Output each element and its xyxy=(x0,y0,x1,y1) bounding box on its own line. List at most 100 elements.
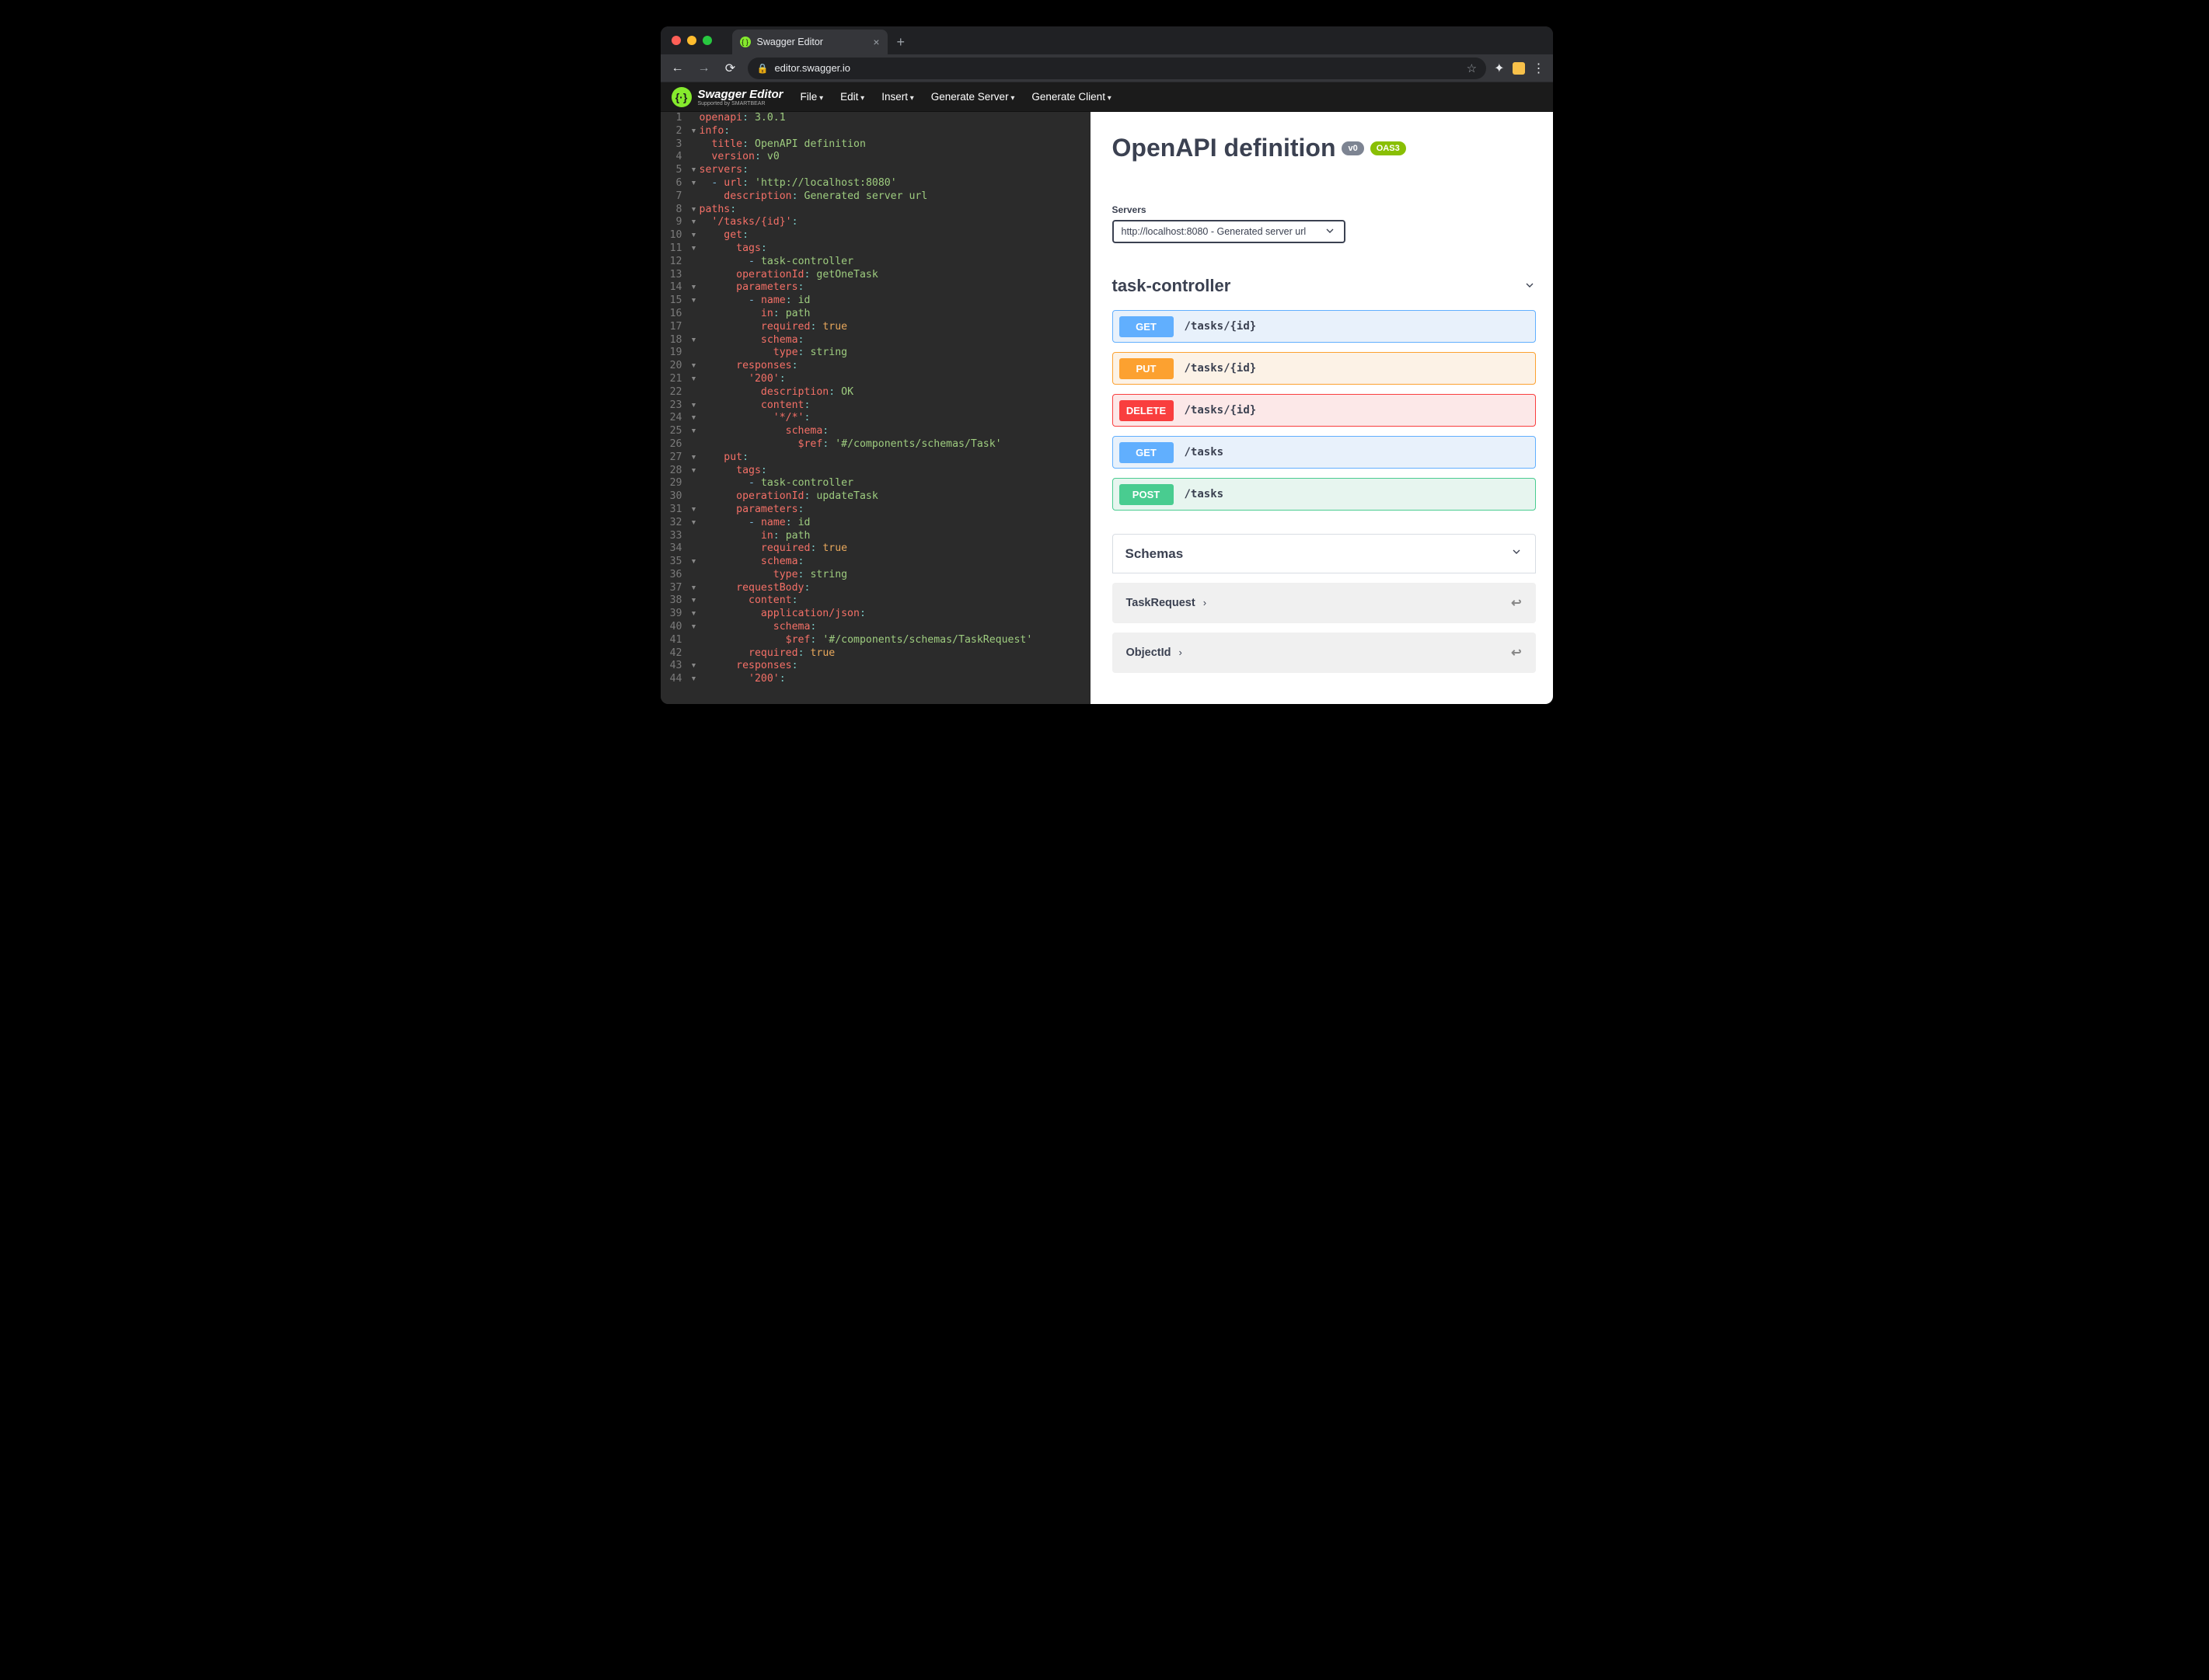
operation-path: /tasks/{id} xyxy=(1185,320,1257,333)
code-line[interactable]: 31▾ parameters: xyxy=(661,504,1091,517)
code-content: ▾ responses: xyxy=(690,660,798,673)
http-verb-badge: GET xyxy=(1119,442,1174,463)
code-line[interactable]: 4 version: v0 xyxy=(661,151,1091,164)
close-window-icon[interactable] xyxy=(672,36,681,45)
line-number: 42 xyxy=(661,647,690,660)
servers-select[interactable]: http://localhost:8080 - Generated server… xyxy=(1112,220,1345,243)
line-number: 8 xyxy=(661,204,690,217)
code-line[interactable]: 16 in: path xyxy=(661,308,1091,321)
menu-generate-client[interactable]: Generate Client xyxy=(1031,91,1111,103)
code-line[interactable]: 10▾ get: xyxy=(661,229,1091,242)
schema-name: TaskRequest› xyxy=(1126,597,1207,609)
code-content: ▾ tags: xyxy=(690,465,767,478)
operation-path: /tasks xyxy=(1185,446,1224,458)
http-verb-badge: DELETE xyxy=(1119,400,1174,421)
code-line[interactable]: 23▾ content: xyxy=(661,399,1091,413)
brand-name: Swagger Editor xyxy=(698,88,783,101)
tab-strip: { } Swagger Editor × + xyxy=(661,26,1553,54)
new-tab-button[interactable]: + xyxy=(888,30,915,54)
code-line[interactable]: 28▾ tags: xyxy=(661,465,1091,478)
code-line[interactable]: 9▾ '/tasks/{id}': xyxy=(661,216,1091,229)
code-line[interactable]: 2▾info: xyxy=(661,125,1091,138)
code-line[interactable]: 37▾ requestBody: xyxy=(661,582,1091,595)
forward-button[interactable]: → xyxy=(695,61,714,75)
chevron-right-icon: › xyxy=(1203,597,1206,608)
omnibox[interactable]: 🔒 editor.swagger.io ☆ xyxy=(748,58,1487,79)
code-line[interactable]: 15▾ - name: id xyxy=(661,295,1091,308)
code-line[interactable]: 26 $ref: '#/components/schemas/Task' xyxy=(661,438,1091,451)
reload-button[interactable]: ⟳ xyxy=(721,61,740,76)
menu-file[interactable]: File xyxy=(801,91,824,103)
code-line[interactable]: 6▾ - url: 'http://localhost:8080' xyxy=(661,177,1091,190)
operation-put-tasks--id-[interactable]: PUT/tasks/{id} xyxy=(1112,352,1536,385)
code-line[interactable]: 34 required: true xyxy=(661,542,1091,556)
line-number: 7 xyxy=(661,190,690,204)
browser-menu-icon[interactable]: ⋮ xyxy=(1533,61,1545,76)
code-line[interactable]: 29 - task-controller xyxy=(661,477,1091,490)
line-number: 38 xyxy=(661,594,690,608)
code-line[interactable]: 24▾ '*/*': xyxy=(661,412,1091,425)
code-line[interactable]: 27▾ put: xyxy=(661,451,1091,465)
minimize-window-icon[interactable] xyxy=(687,36,696,45)
back-button[interactable]: ← xyxy=(668,61,687,75)
code-line[interactable]: 35▾ schema: xyxy=(661,556,1091,569)
yaml-editor[interactable]: 1 openapi: 3.0.12▾info:3 title: OpenAPI … xyxy=(661,112,1091,704)
line-number: 44 xyxy=(661,673,690,686)
line-number: 9 xyxy=(661,216,690,229)
extensions-icon[interactable]: ✦ xyxy=(1494,61,1504,76)
operation-post-tasks[interactable]: POST/tasks xyxy=(1112,478,1536,511)
code-line[interactable]: 13 operationId: getOneTask xyxy=(661,269,1091,282)
maximize-window-icon[interactable] xyxy=(703,36,712,45)
code-content: in: path xyxy=(690,308,811,321)
code-line[interactable]: 11▾ tags: xyxy=(661,242,1091,256)
extension-badge-icon[interactable] xyxy=(1513,62,1525,75)
schema-taskrequest[interactable]: TaskRequest›↩ xyxy=(1112,583,1536,623)
http-verb-badge: PUT xyxy=(1119,358,1174,379)
code-line[interactable]: 18▾ schema: xyxy=(661,334,1091,347)
address-bar: ← → ⟳ 🔒 editor.swagger.io ☆ ✦ ⋮ xyxy=(661,54,1553,82)
code-line[interactable]: 1 openapi: 3.0.1 xyxy=(661,112,1091,125)
code-line[interactable]: 20▾ responses: xyxy=(661,360,1091,373)
code-content: ▾ schema: xyxy=(690,621,817,634)
code-line[interactable]: 32▾ - name: id xyxy=(661,517,1091,530)
menu-insert[interactable]: Insert xyxy=(881,91,914,103)
menu-generate-server[interactable]: Generate Server xyxy=(931,91,1015,103)
code-line[interactable]: 8▾paths: xyxy=(661,204,1091,217)
code-line[interactable]: 19 type: string xyxy=(661,347,1091,360)
version-badge: v0 xyxy=(1342,141,1363,155)
operation-get-tasks--id-[interactable]: GET/tasks/{id} xyxy=(1112,310,1536,343)
code-line[interactable]: 40▾ schema: xyxy=(661,621,1091,634)
code-line[interactable]: 3 title: OpenAPI definition xyxy=(661,138,1091,152)
line-number: 10 xyxy=(661,229,690,242)
code-line[interactable]: 44▾ '200': xyxy=(661,673,1091,686)
line-number: 2 xyxy=(661,125,690,138)
operation-delete-tasks--id-[interactable]: DELETE/tasks/{id} xyxy=(1112,394,1536,427)
code-line[interactable]: 12 - task-controller xyxy=(661,256,1091,269)
schema-objectid[interactable]: ObjectId›↩ xyxy=(1112,633,1536,673)
code-line[interactable]: 41 $ref: '#/components/schemas/TaskReque… xyxy=(661,634,1091,647)
code-line[interactable]: 43▾ responses: xyxy=(661,660,1091,673)
bookmark-icon[interactable]: ☆ xyxy=(1467,61,1477,75)
code-line[interactable]: 36 type: string xyxy=(661,569,1091,582)
operation-get-tasks[interactable]: GET/tasks xyxy=(1112,436,1536,469)
code-line[interactable]: 30 operationId: updateTask xyxy=(661,490,1091,504)
code-line[interactable]: 39▾ application/json: xyxy=(661,608,1091,621)
code-content: type: string xyxy=(690,347,848,360)
code-line[interactable]: 42 required: true xyxy=(661,647,1091,660)
code-line[interactable]: 14▾ parameters: xyxy=(661,281,1091,295)
code-line[interactable]: 7 description: Generated server url xyxy=(661,190,1091,204)
code-line[interactable]: 38▾ content: xyxy=(661,594,1091,608)
close-tab-icon[interactable]: × xyxy=(873,37,879,47)
browser-tab[interactable]: { } Swagger Editor × xyxy=(732,30,888,54)
tag-header[interactable]: task-controller xyxy=(1112,276,1536,304)
code-line[interactable]: 21▾ '200': xyxy=(661,373,1091,386)
code-line[interactable]: 33 in: path xyxy=(661,530,1091,543)
schemas-header[interactable]: Schemas xyxy=(1112,534,1536,573)
code-content: ▾ '200': xyxy=(690,373,786,386)
code-line[interactable]: 17 required: true xyxy=(661,321,1091,334)
code-line[interactable]: 25▾ schema: xyxy=(661,425,1091,438)
menu-edit[interactable]: Edit xyxy=(840,91,864,103)
code-line[interactable]: 22 description: OK xyxy=(661,386,1091,399)
code-line[interactable]: 5▾servers: xyxy=(661,164,1091,177)
line-number: 16 xyxy=(661,308,690,321)
